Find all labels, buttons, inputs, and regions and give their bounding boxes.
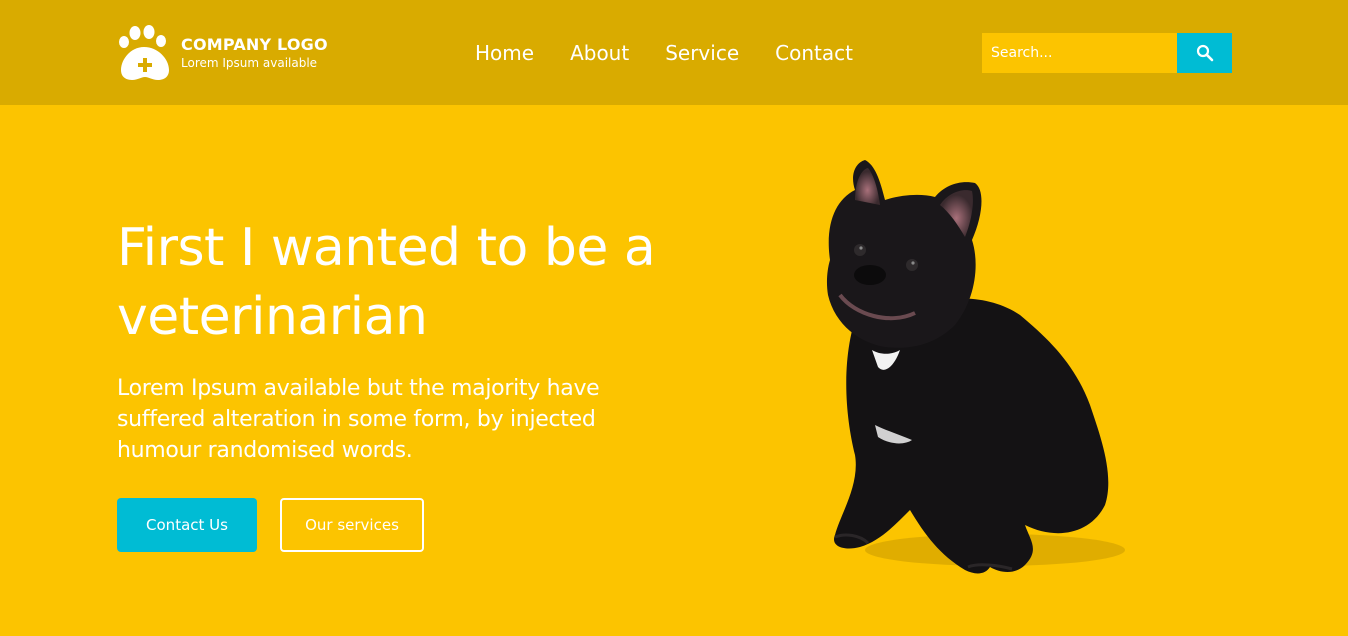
paw-plus-icon bbox=[119, 25, 169, 80]
nav-service[interactable]: Service bbox=[665, 40, 739, 66]
search-input[interactable] bbox=[982, 33, 1177, 73]
nav-home[interactable]: Home bbox=[475, 40, 534, 66]
company-logo[interactable]: COMPANY LOGO Lorem Ipsum available bbox=[117, 25, 328, 81]
search-button[interactable] bbox=[1177, 33, 1232, 73]
our-services-button[interactable]: Our services bbox=[280, 498, 424, 552]
hero-title: First I wanted to be a veterinarian bbox=[117, 218, 656, 347]
main-nav: Home About Service Contact bbox=[475, 40, 853, 66]
logo-subtitle: Lorem Ipsum available bbox=[181, 56, 318, 70]
hero-text: Lorem Ipsum available but the majority h… bbox=[117, 376, 600, 463]
nav-contact[interactable]: Contact bbox=[775, 40, 853, 66]
french-bulldog-photo bbox=[826, 160, 1125, 574]
site-header: COMPANY LOGO Lorem Ipsum available Home … bbox=[0, 0, 1348, 105]
search-bar bbox=[982, 33, 1232, 73]
logo-title: COMPANY LOGO bbox=[181, 35, 328, 54]
logo-text: COMPANY LOGO Lorem Ipsum available bbox=[181, 35, 328, 71]
contact-us-button[interactable]: Contact Us bbox=[117, 498, 257, 552]
search-icon bbox=[1196, 44, 1213, 62]
nav-about[interactable]: About bbox=[570, 40, 629, 66]
